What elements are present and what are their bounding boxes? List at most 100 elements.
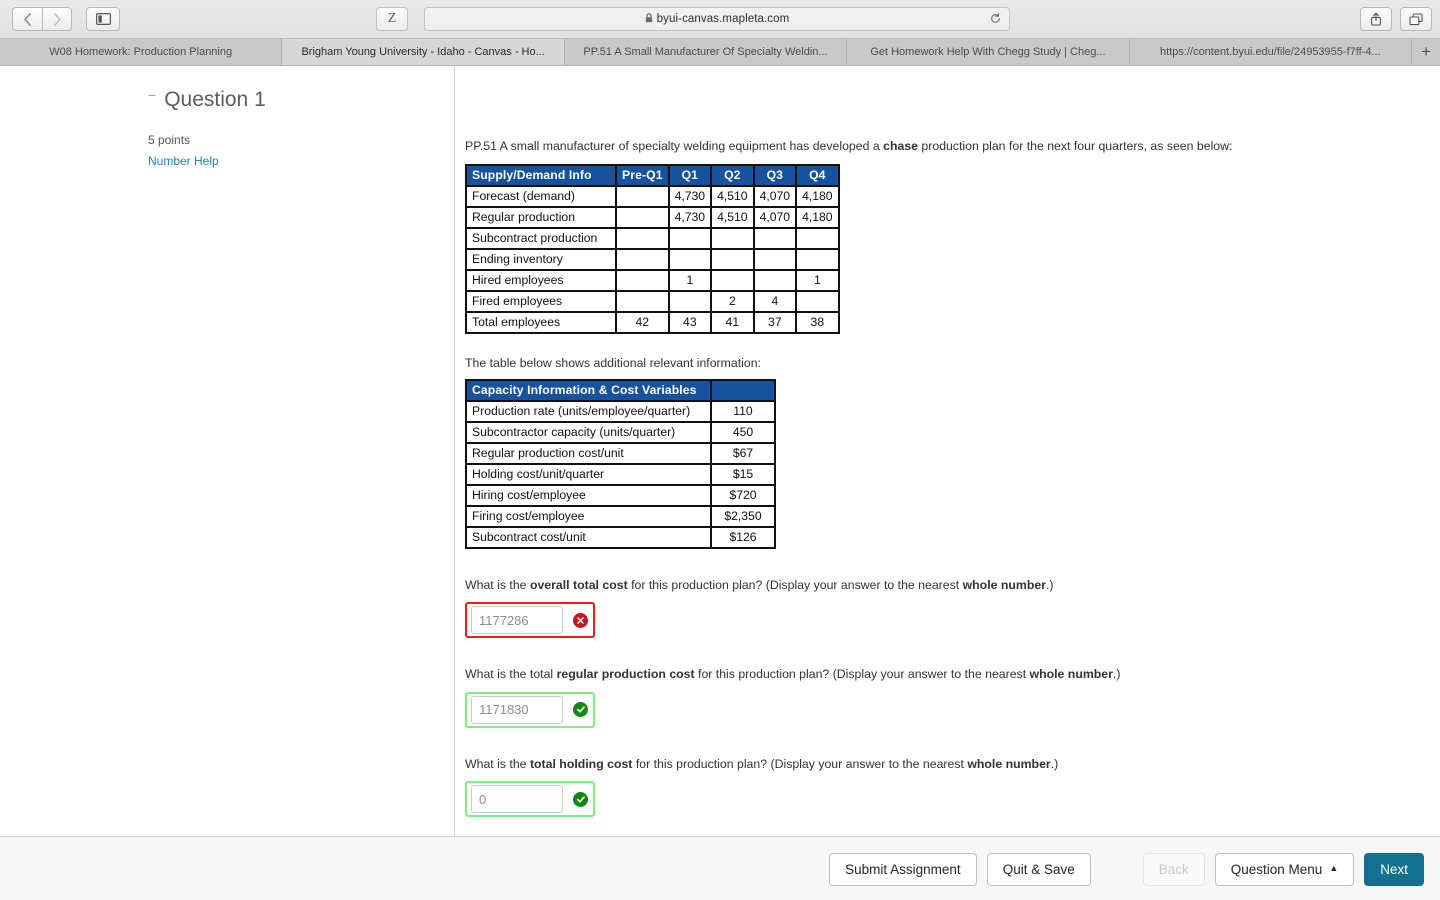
row-label: Regular production xyxy=(466,206,616,228)
cell: 4,070 xyxy=(753,185,797,207)
cell: 4,180 xyxy=(796,206,839,228)
browser-tab-2[interactable]: Brigham Young University - Idaho - Canva… xyxy=(282,39,565,65)
column-header: Q2 xyxy=(711,164,754,186)
success-check-icon xyxy=(573,702,588,718)
cell: 41 xyxy=(711,311,754,333)
zotero-extension-button[interactable]: Z xyxy=(376,7,408,31)
chevron-right-icon xyxy=(53,12,62,26)
question-info-pane: − Question 1 5 points Number Help xyxy=(0,66,455,844)
cell xyxy=(711,248,754,270)
row-label: Hiring cost/employee xyxy=(466,484,711,506)
address-bar-url: byui-canvas.mapleta.com xyxy=(656,13,790,25)
row-label: Regular production cost/unit xyxy=(466,442,711,464)
cell: $15 xyxy=(711,463,775,485)
sidebar-toggle-icon xyxy=(95,13,111,25)
forward-button[interactable] xyxy=(42,7,72,31)
number-help-link[interactable]: Number Help xyxy=(0,154,219,168)
reload-icon[interactable] xyxy=(990,12,1001,27)
prompt-mid: for this production plan? (Display your … xyxy=(694,667,1030,682)
tabs-overview-icon xyxy=(1409,12,1423,26)
table-row: Firing cost/employee $2,350 xyxy=(466,505,775,527)
mid-paragraph: The table below shows additional relevan… xyxy=(465,355,761,370)
cell xyxy=(616,269,669,291)
new-tab-button[interactable]: + xyxy=(1412,39,1440,65)
cell: $67 xyxy=(711,442,775,464)
cell xyxy=(616,185,669,207)
tabs-overview-button[interactable] xyxy=(1400,7,1432,31)
browser-tab-3[interactable]: PP.51 A Small Manufacturer Of Specialty … xyxy=(564,39,848,65)
sidebar-toggle-button[interactable] xyxy=(86,7,120,31)
question-body-pane: PP.51 A small manufacturer of specialty … xyxy=(455,66,1440,900)
answer-field-wrapper xyxy=(465,602,595,639)
cell: 1 xyxy=(668,269,712,291)
prompt-prefix: What is the xyxy=(465,756,530,771)
answer-input[interactable] xyxy=(471,695,563,724)
cell xyxy=(668,248,712,270)
cell xyxy=(711,269,754,291)
cell xyxy=(753,248,797,270)
row-label: Production rate (units/employee/quarter) xyxy=(466,400,711,422)
caret-up-icon: ▲ xyxy=(1329,862,1339,873)
quit-and-save-button[interactable]: Quit & Save xyxy=(986,852,1091,886)
prompt-bold-term: overall total cost xyxy=(529,577,628,592)
browser-tab-1[interactable]: W08 Homework: Production Planning xyxy=(0,39,283,65)
question-points: 5 points xyxy=(148,133,191,147)
table-header-row: Supply/Demand Info Pre-Q1 Q1 Q2 Q3 Q4 xyxy=(466,164,839,186)
answer-field-wrapper xyxy=(465,781,595,818)
table-row: Hired employees 1 1 xyxy=(466,269,839,291)
cell: $2,350 xyxy=(711,505,775,527)
error-x-icon xyxy=(573,612,588,628)
question-menu-button[interactable]: Question Menu ▲ xyxy=(1214,852,1355,886)
tab-label: https://content.byui.edu/file/24953955-f… xyxy=(1160,46,1381,58)
tab-label: W08 Homework: Production Planning xyxy=(49,46,233,58)
toolbar-right-buttons xyxy=(1360,7,1432,31)
browser-tab-5[interactable]: https://content.byui.edu/file/24953955-f… xyxy=(1129,39,1413,65)
question-prompt: What is the total regular production cos… xyxy=(465,666,1440,683)
collapse-toggle-icon[interactable]: − xyxy=(148,88,156,102)
address-bar[interactable]: byui-canvas.mapleta.com xyxy=(424,7,1010,31)
prompt-bold-term: total holding cost xyxy=(529,756,633,771)
back-button[interactable] xyxy=(12,7,42,31)
cell xyxy=(668,227,712,249)
browser-chrome: Z byui-canvas.mapleta.com W08 Homework: … xyxy=(0,0,1440,66)
cell xyxy=(796,227,839,249)
cell xyxy=(616,206,669,228)
prompt-prefix: What is the xyxy=(465,577,530,592)
extension-label: Z xyxy=(387,11,397,26)
answer-input[interactable] xyxy=(471,785,563,814)
prompt-mid: for this production plan? (Display your … xyxy=(627,577,963,592)
prompt-prefix: What is the total xyxy=(465,667,557,682)
page-title: Question 1 xyxy=(164,88,266,111)
column-header: Capacity Information & Cost Variables xyxy=(466,379,711,401)
prompt-bold-term-2: whole number xyxy=(967,756,1051,771)
prompt-suffix: .) xyxy=(1112,667,1121,682)
answer-input[interactable] xyxy=(471,606,563,635)
tab-label: Brigham Young University - Idaho - Canva… xyxy=(301,46,545,58)
row-label: Subcontract production xyxy=(466,227,616,249)
answer-question-3: What is the total holding cost for this … xyxy=(465,756,1440,818)
prompt-bold-term-2: whole number xyxy=(962,577,1046,592)
question-prompt: What is the overall total cost for this … xyxy=(465,577,1440,594)
next-button[interactable]: Next xyxy=(1364,852,1424,886)
intro-prefix: PP.51 A small manufacturer of specialty … xyxy=(465,139,884,153)
success-check-icon xyxy=(573,791,588,807)
tab-strip: W08 Homework: Production Planning Brigha… xyxy=(0,38,1440,65)
table-row: Ending inventory xyxy=(466,248,839,270)
row-label: Hired employees xyxy=(466,269,616,291)
cell: 42 xyxy=(616,311,669,333)
table-row: Regular production 4,730 4,510 4,070 4,1… xyxy=(466,206,839,228)
cell: $720 xyxy=(711,484,775,506)
browser-tab-4[interactable]: Get Homework Help With Chegg Study | Che… xyxy=(847,39,1130,65)
cell: 4,070 xyxy=(753,206,797,228)
intro-suffix: production plan for the next four quarte… xyxy=(918,139,1233,153)
submit-assignment-button[interactable]: Submit Assignment xyxy=(829,852,977,886)
table-row: Production rate (units/employee/quarter)… xyxy=(466,400,775,422)
table-row: Fired employees 2 4 xyxy=(466,290,839,312)
intro-paragraph: PP.51 A small manufacturer of specialty … xyxy=(465,138,1440,155)
cell: 43 xyxy=(668,311,712,333)
cell: 110 xyxy=(711,400,775,422)
share-button[interactable] xyxy=(1360,7,1392,31)
prompt-mid: for this production plan? (Display your … xyxy=(632,756,968,771)
row-label: Subcontractor capacity (units/quarter) xyxy=(466,421,711,443)
prompt-suffix: .) xyxy=(1045,577,1054,592)
